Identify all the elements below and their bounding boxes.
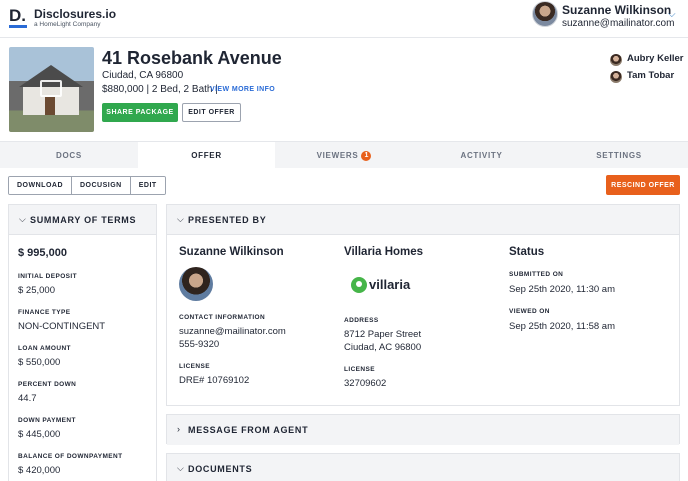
term-value: $ 550,000 — [18, 357, 61, 368]
property-title: 41 Rosebank Avenue — [102, 48, 282, 68]
tab-label: SETTINGS — [596, 151, 642, 160]
chevron-down-icon: ⌵ — [177, 214, 184, 224]
agent-email[interactable]: suzanne@mailinator.com — [179, 325, 286, 338]
tab-offer[interactable]: OFFER — [138, 142, 275, 169]
panel-title: DOCUMENTS — [188, 464, 253, 474]
term-value: 44.7 — [18, 393, 37, 404]
brokerage-name: Villaria Homes — [344, 246, 424, 258]
logo-mark: D. — [9, 6, 26, 25]
panel-title: PRESENTED BY — [188, 215, 267, 225]
agent-phone[interactable]: 555-9320 — [179, 338, 219, 351]
term-label: BALANCE OF DOWNPAYMENT — [18, 453, 123, 460]
brand-name: Disclosures.io — [34, 7, 117, 21]
villaria-logo: villaria — [351, 276, 410, 294]
download-button[interactable]: DOWNLOAD — [9, 177, 72, 194]
license-label: LICENSE — [179, 363, 210, 370]
contact-info-label: CONTACT INFORMATION — [179, 314, 266, 321]
logo-text: villaria — [369, 277, 411, 293]
property-header: 41 Rosebank Avenue Ciudad, CA 96800 $880… — [0, 38, 688, 141]
chevron-down-icon[interactable]: ⌵ — [668, 9, 676, 20]
term-label: DOWN PAYMENT — [18, 417, 76, 424]
tab-label: OFFER — [191, 151, 222, 160]
documents-panel: ⌵ DOCUMENTS — [166, 453, 680, 481]
term-label: INITIAL DEPOSIT — [18, 273, 77, 280]
message-from-agent-panel: › MESSAGE FROM AGENT — [166, 414, 680, 445]
address-line-1: 8712 Paper Street — [344, 329, 422, 340]
tab-label: ACTIVITY — [460, 151, 503, 160]
view-more-info-link[interactable]: VIEW MORE INFO — [210, 86, 275, 93]
tab-activity[interactable]: ACTIVITY — [413, 142, 550, 169]
term-value: NON-CONTINGENT — [18, 321, 106, 332]
villaria-logo-icon — [351, 276, 367, 293]
address-label: ADDRESS — [344, 317, 379, 324]
property-city: Ciudad, CA 96800 — [102, 70, 184, 81]
viewed-on-label: VIEWED ON — [509, 308, 550, 315]
agent-name: Suzanne Wilkinson — [179, 246, 284, 258]
tab-viewers[interactable]: VIEWERS 1 — [275, 142, 413, 169]
docusign-button[interactable]: DOCUSIGN — [72, 177, 131, 194]
user-email: suzanne@mailinator.com — [562, 18, 675, 29]
panel-title: SUMMARY OF TERMS — [30, 215, 137, 225]
offer-actions-bar: DOWNLOAD DOCUSIGN EDIT RESCIND OFFER — [0, 168, 688, 202]
share-package-button[interactable]: SHARE PACKAGE — [102, 103, 178, 122]
property-details: $880,000 | 2 Bed, 2 Bath | — [102, 84, 218, 95]
tab-docs[interactable]: DOCS — [0, 142, 138, 169]
tab-label: VIEWERS — [316, 151, 359, 160]
avatar — [610, 71, 622, 83]
house-door — [45, 97, 55, 115]
term-label: PERCENT DOWN — [18, 381, 77, 388]
edit-offer-button[interactable]: EDIT OFFER — [182, 103, 241, 122]
user-menu[interactable]: Suzanne Wilkinson suzanne@mailinator.com… — [532, 1, 688, 35]
viewed-on-value: Sep 25th 2020, 11:58 am — [509, 321, 615, 332]
chevron-right-icon: › — [177, 424, 180, 434]
presented-by-header[interactable]: ⌵ PRESENTED BY — [167, 205, 679, 235]
edit-button[interactable]: EDIT — [130, 177, 165, 194]
message-panel-header[interactable]: › MESSAGE FROM AGENT — [167, 415, 679, 445]
summary-of-terms-panel: ⌵ SUMMARY OF TERMS $ 995,000 INITIAL DEP… — [8, 204, 157, 481]
offer-button-group: DOWNLOAD DOCUSIGN EDIT — [8, 176, 166, 195]
viewers-count-badge: 1 — [361, 151, 372, 161]
documents-panel-header[interactable]: ⌵ DOCUMENTS — [167, 454, 679, 481]
address-line-2: Ciudad, AC 96800 — [344, 342, 422, 353]
avatar — [532, 1, 558, 27]
brand-tagline: a HomeLight Company — [34, 21, 101, 28]
brokerage-license: 32709602 — [344, 378, 387, 389]
summary-panel-header[interactable]: ⌵ SUMMARY OF TERMS — [9, 205, 156, 235]
term-value: $ 25,000 — [18, 285, 55, 296]
chevron-down-icon: ⌵ — [177, 463, 184, 473]
tab-label: DOCS — [56, 151, 82, 160]
offer-content: ⌵ SUMMARY OF TERMS $ 995,000 INITIAL DEP… — [0, 202, 688, 481]
rescind-offer-button[interactable]: RESCIND OFFER — [606, 175, 680, 195]
term-label: LOAN AMOUNT — [18, 345, 71, 352]
avatar — [610, 54, 622, 66]
avatar — [179, 267, 213, 301]
tab-settings[interactable]: SETTINGS — [550, 142, 688, 169]
status-heading: Status — [509, 246, 545, 258]
panel-title: MESSAGE FROM AGENT — [188, 425, 309, 435]
agent-name: Aubry Keller — [627, 53, 684, 64]
top-header: D. Disclosures.io a HomeLight Company Su… — [0, 0, 688, 38]
agent-name: Tam Tobar — [627, 70, 675, 81]
term-value: $ 445,000 — [18, 429, 61, 440]
user-name: Suzanne Wilkinson — [562, 3, 672, 17]
license-label: LICENSE — [344, 366, 375, 373]
logo-underline — [9, 25, 27, 28]
term-value: $ 420,000 — [18, 465, 61, 476]
agent-license: DRE# 10769102 — [179, 375, 250, 386]
submitted-on-value: Sep 25th 2020, 11:30 am — [509, 284, 615, 295]
presented-by-panel: ⌵ PRESENTED BY Suzanne Wilkinson CONTACT… — [166, 204, 680, 406]
image-gallery-icon — [40, 80, 62, 97]
term-label: FINANCE TYPE — [18, 309, 71, 316]
submitted-on-label: SUBMITTED ON — [509, 271, 564, 278]
property-photo[interactable] — [9, 47, 94, 132]
tab-bar: DOCS OFFER VIEWERS 1 ACTIVITY SETTINGS — [0, 141, 688, 169]
offer-price: $ 995,000 — [18, 247, 67, 259]
chevron-down-icon: ⌵ — [19, 214, 26, 224]
